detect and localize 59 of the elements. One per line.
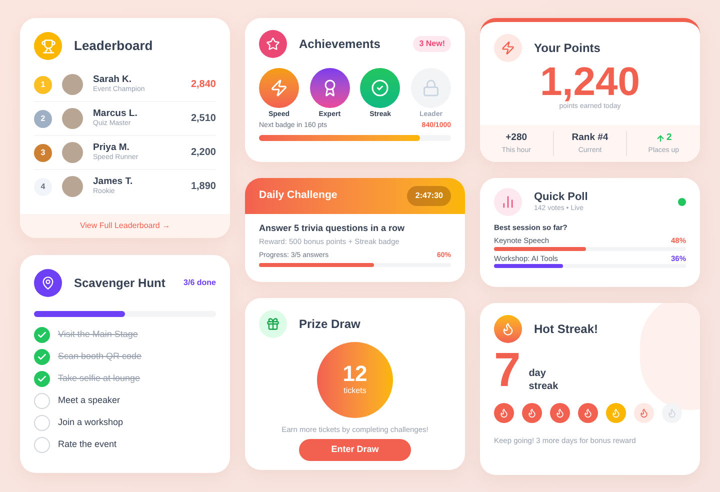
streak-days: 7 — [494, 347, 521, 395]
task-label: Visit the Main Stage — [58, 328, 138, 342]
trophy-icon — [34, 32, 62, 60]
avatar — [62, 108, 83, 129]
rank-number: 4 — [34, 178, 52, 196]
task-label: Scan booth QR code — [58, 350, 142, 364]
player-score: 2,510 — [190, 112, 216, 126]
player-name: Priya M. — [93, 142, 130, 154]
card-title: Daily Challenge — [259, 188, 338, 204]
task-checkbox[interactable] — [34, 327, 50, 343]
challenge-task: Answer 5 trivia questions in a row — [259, 222, 406, 235]
check-icon — [37, 374, 47, 384]
avatar — [62, 142, 83, 163]
countdown-timer: 2:47:30 — [407, 186, 451, 206]
player-name: Sarah K. — [93, 74, 133, 86]
new-badge: 3 New! — [413, 36, 451, 52]
progress-count: 3/6 done — [184, 277, 216, 289]
stat-value: +280 — [506, 131, 528, 146]
task-checkbox[interactable] — [34, 415, 50, 431]
stat-value: Rank #4 — [572, 131, 608, 146]
player-name: Marcus L. — [93, 108, 138, 120]
avatar — [62, 176, 83, 197]
card-title: Quick Poll — [534, 190, 589, 204]
check-icon — [37, 330, 47, 340]
task-label: Join a workshop — [58, 416, 124, 430]
enter-draw-button[interactable]: Enter Draw — [299, 439, 411, 461]
rank-number: 2 — [34, 110, 52, 128]
card-title: Achievements — [299, 36, 382, 53]
location-pin-icon — [34, 269, 62, 297]
rank-number: 3 — [34, 144, 52, 162]
gift-icon — [259, 310, 287, 338]
points-total: 1,240 — [540, 62, 640, 102]
player-score: 2,200 — [190, 146, 216, 160]
arrow-up-icon — [656, 134, 665, 143]
card-title: Leaderboard — [74, 37, 153, 56]
ticket-unit: tickets — [344, 385, 366, 397]
task-checkbox[interactable] — [34, 437, 50, 453]
stat-value: 2 — [666, 131, 672, 146]
task-label: Rate the event — [58, 438, 117, 452]
task-label: Meet a speaker — [58, 394, 120, 408]
flame-icon — [494, 315, 522, 343]
player-score: 2,840 — [190, 78, 216, 92]
avatar — [62, 74, 83, 95]
player-name: James T. — [93, 176, 134, 188]
bar-chart-icon — [494, 188, 522, 216]
check-icon — [37, 352, 47, 362]
task-label: Take selfie at lounge — [58, 372, 140, 386]
card-title: Prize Draw — [299, 316, 360, 333]
streak-label: day streak — [528, 368, 560, 393]
card-title: Hot Streak! — [534, 321, 598, 338]
task-checkbox[interactable] — [34, 349, 50, 365]
card-title: Scavenger Hunt — [74, 275, 166, 292]
player-score: 1,890 — [190, 180, 216, 194]
lightning-icon — [494, 34, 522, 62]
task-checkbox[interactable] — [34, 371, 50, 387]
card-title: Your Points — [534, 40, 600, 57]
ticket-count: 12 — [342, 363, 368, 385]
task-checkbox[interactable] — [34, 393, 50, 409]
rank-number: 1 — [34, 76, 52, 94]
